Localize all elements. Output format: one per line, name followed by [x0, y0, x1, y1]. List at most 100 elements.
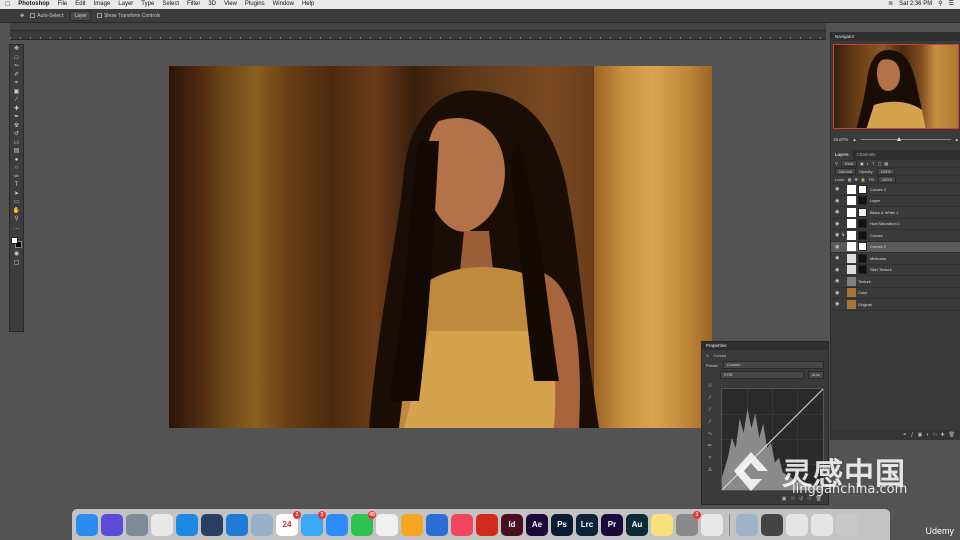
layer-mask-thumbnail[interactable] [858, 242, 867, 252]
dock-after-effects-icon[interactable]: Ae [526, 513, 548, 536]
layer-row[interactable]: ◉ Texture [831, 276, 960, 288]
dock-keynote-icon[interactable] [426, 513, 448, 536]
layer-row[interactable]: ◉ ↳ Curves [831, 230, 960, 242]
dodge-tool-icon[interactable]: ○ [10, 164, 23, 173]
show-transform-checkbox[interactable]: Show Transform Controls [96, 13, 160, 19]
filter-adjustment-icon[interactable]: ◐ [867, 161, 869, 166]
dock-lightroom-classic-icon[interactable]: Lrc [576, 513, 598, 536]
dock-photoshop-icon[interactable]: Ps [551, 513, 573, 536]
layer-thumbnail[interactable] [847, 219, 856, 229]
layer-mask-thumbnail[interactable] [858, 207, 867, 217]
menu-app-name[interactable]: Photoshop [18, 0, 49, 9]
filter-pixel-icon[interactable]: ▣ [860, 161, 864, 166]
dock-whatsapp-icon[interactable]: 49 [351, 510, 376, 536]
dock-premiere-pro-icon[interactable]: Pr [601, 513, 623, 536]
visibility-eye-icon[interactable]: ◉ [835, 186, 841, 192]
new-layer-icon[interactable]: ✚ [940, 430, 944, 440]
black-point-eyedropper-icon[interactable]: ⁄ [705, 392, 715, 404]
menu-item-filter[interactable]: Filter [187, 0, 200, 9]
visibility-eye-icon[interactable]: ◉ [835, 244, 841, 250]
auto-button[interactable]: Auto [807, 371, 824, 379]
layer-mask-thumbnail[interactable] [858, 253, 867, 263]
document-tab[interactable] [10, 23, 826, 31]
document-canvas[interactable] [169, 66, 712, 428]
menu-item-help[interactable]: Help [302, 0, 314, 9]
apple-icon[interactable]:  [5, 0, 10, 9]
opacity-input[interactable]: 100% [876, 168, 895, 175]
layer-name[interactable]: Original [858, 302, 872, 307]
dock-photo-window-icon[interactable] [761, 513, 783, 536]
layer-row[interactable]: ◉ Curves 3 [831, 184, 960, 196]
dock-indesign-icon[interactable]: Id [501, 513, 523, 536]
frame-tool-icon[interactable]: ▣ [10, 88, 23, 97]
new-group-icon[interactable]: □ [933, 430, 936, 440]
layer-name[interactable]: Hue/Saturation 1 [870, 221, 900, 226]
layer-thumbnail[interactable] [847, 207, 856, 217]
layer-row[interactable]: ◉ Hue/Saturation 1 [831, 219, 960, 230]
white-point-eyedropper-icon[interactable]: ⁄ [705, 416, 715, 428]
delete-layer-icon[interactable]: 🗑 [949, 430, 955, 440]
clone-stamp-tool-icon[interactable]: ☢ [10, 122, 23, 131]
dock-trash-icon[interactable] [836, 513, 858, 536]
dock-system-preferences-icon[interactable]: 1 [676, 510, 701, 536]
layer-thumbnail[interactable] [847, 288, 856, 298]
control-center-icon[interactable]: ☰ [949, 0, 954, 9]
dock-document-2-icon[interactable] [811, 513, 833, 536]
menu-item-type[interactable]: Type [141, 0, 154, 9]
smooth-curve-icon[interactable]: ≈ [705, 452, 715, 464]
gradient-tool-icon[interactable]: ▤ [10, 147, 23, 156]
lock-position-icon[interactable]: ✥ [854, 177, 857, 182]
layer-name[interactable]: Curves 2 [870, 244, 886, 249]
menu-item-3d[interactable]: 3D [208, 0, 216, 9]
visibility-eye-icon[interactable]: ◉ [835, 267, 841, 273]
layer-row[interactable]: ◉ Color [831, 288, 960, 299]
visibility-eye-icon[interactable]: ◉ [835, 221, 841, 227]
layer-thumbnail[interactable] [847, 184, 856, 194]
filter-shape-icon[interactable]: ▢ [878, 161, 882, 166]
screen-mode-icon[interactable]: ▢ [10, 259, 23, 268]
dock-music-icon[interactable] [451, 513, 473, 536]
lock-all-icon[interactable]: 🔒 [861, 177, 866, 182]
visibility-eye-icon[interactable]: ◉ [835, 198, 841, 204]
menu-item-select[interactable]: Select [162, 0, 179, 9]
auto-select-checkbox[interactable]: Auto-Select: [30, 13, 64, 19]
navigator-thumbnail[interactable] [833, 44, 959, 129]
eraser-tool-icon[interactable]: ▭ [10, 139, 23, 148]
kind-filter-dropdown[interactable]: Kind [840, 160, 857, 167]
move-tool-icon[interactable]: ✥ [10, 45, 23, 54]
visibility-eye-icon[interactable]: ◉ [835, 278, 841, 284]
layer-mask-thumbnail[interactable] [858, 230, 867, 240]
layer-name[interactable]: Color [858, 290, 868, 295]
fill-input[interactable]: 100% [877, 176, 897, 183]
visibility-eye-icon[interactable]: ◉ [835, 255, 841, 261]
crop-tool-icon[interactable]: ⌖ [10, 79, 23, 88]
pen-tool-icon[interactable]: ✑ [10, 173, 23, 182]
layer-mask-thumbnail[interactable] [858, 219, 867, 229]
visibility-eye-icon[interactable]: ◉ [835, 301, 841, 307]
gray-point-eyedropper-icon[interactable]: ⁄ [705, 404, 715, 416]
layer-thumbnail[interactable] [847, 276, 856, 286]
dock-acrobat-icon[interactable] [476, 513, 498, 536]
layer-mask-thumbnail[interactable] [858, 196, 867, 206]
layer-select-dropdown[interactable]: Layer [70, 10, 91, 21]
layer-name[interactable]: Black & White 1 [870, 210, 898, 215]
pencil-curve-icon[interactable]: ✏ [705, 440, 715, 452]
clock[interactable]: Sat 2:36 PM [899, 0, 932, 9]
quick-select-tool-icon[interactable]: ✐ [10, 71, 23, 80]
layer-mask-thumbnail[interactable] [858, 184, 867, 194]
dock-notes-icon[interactable] [651, 513, 673, 536]
dock-calendar-icon[interactable]: 24 2 [276, 510, 301, 536]
healing-tool-icon[interactable]: ✚ [10, 105, 23, 114]
hand-tool-icon[interactable]: ✋ [10, 207, 23, 216]
navigator-zoom-value[interactable]: 16.67% [833, 137, 848, 142]
layer-name[interactable]: Curves 3 [870, 187, 886, 192]
filter-type-icon[interactable]: T [872, 161, 874, 166]
dock-safari-icon[interactable] [176, 513, 198, 536]
dock-finder-icon[interactable] [76, 513, 98, 536]
dock-audition-icon[interactable]: Au [626, 513, 648, 536]
menu-item-file[interactable]: File [58, 0, 68, 9]
navigator-zoom-slider[interactable] [860, 136, 951, 141]
layer-thumbnail[interactable] [847, 242, 856, 252]
menu-item-view[interactable]: View [224, 0, 237, 9]
marquee-tool-icon[interactable]: □ [10, 54, 23, 63]
